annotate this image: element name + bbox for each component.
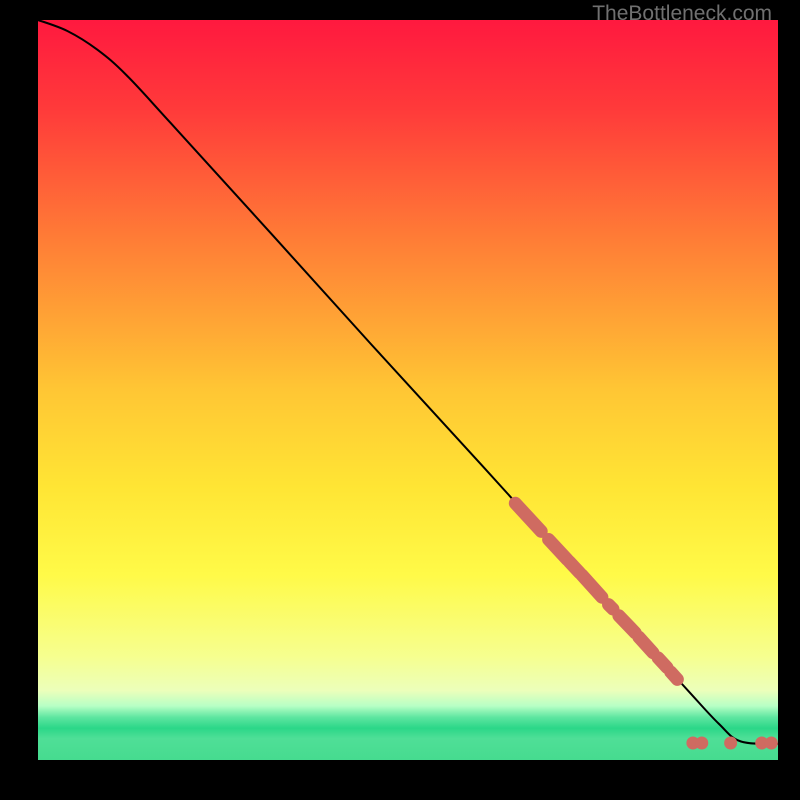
highlight-dot (765, 736, 778, 749)
chart-plot-area (38, 20, 778, 780)
highlight-segment (658, 658, 667, 668)
highlight-segment (671, 672, 678, 679)
chart-background (38, 20, 778, 760)
highlight-dot (695, 736, 708, 749)
highlight-dot (724, 736, 737, 749)
chart-svg (38, 20, 778, 780)
highlight-segment (609, 605, 613, 609)
